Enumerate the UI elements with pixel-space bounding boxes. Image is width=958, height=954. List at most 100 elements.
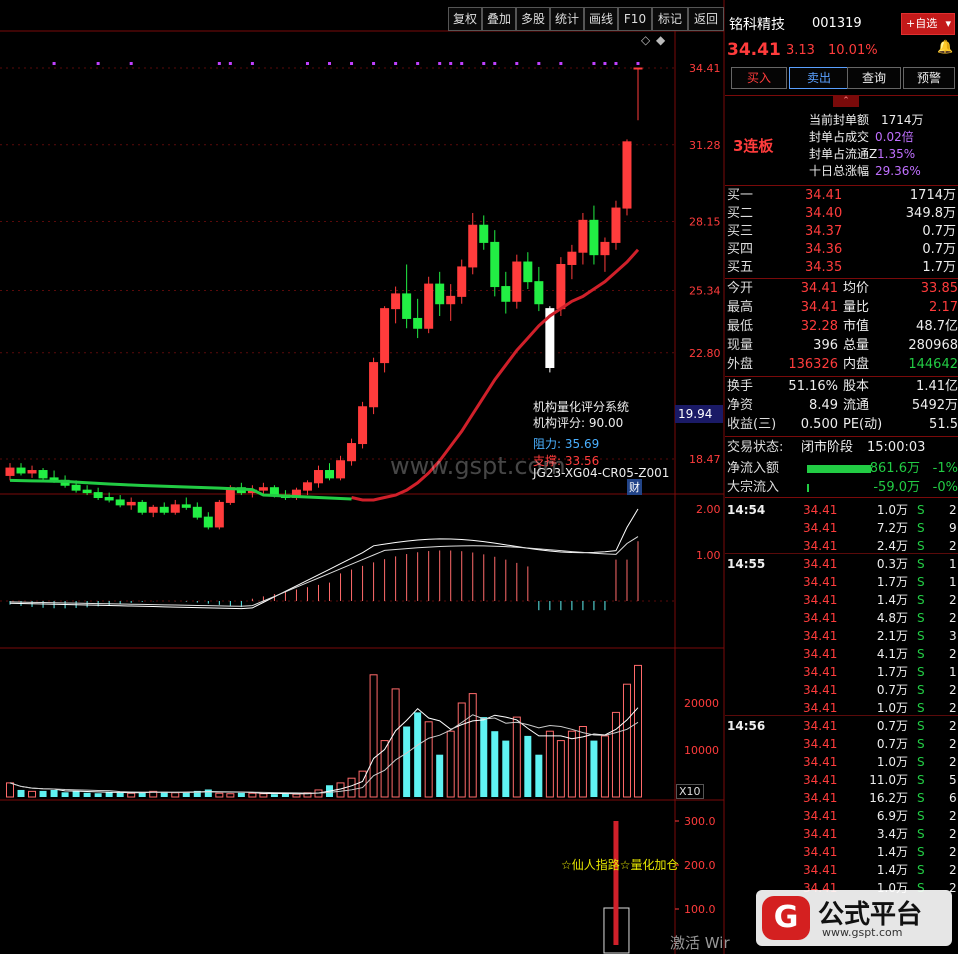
quote-row: 今开 34.41 均价 33.85 — [727, 281, 958, 296]
signal-dot — [449, 62, 453, 65]
volume-bar — [215, 792, 224, 798]
quote-row: 外盘 136326 内盘 144642 — [727, 357, 958, 372]
candle-body — [192, 506, 202, 518]
sell-button[interactable]: 卖出 — [789, 67, 849, 89]
stats-button[interactable]: 统计 — [550, 7, 584, 31]
candle-body — [589, 219, 599, 256]
tick-row: 34.41 1.7万 S 1 — [803, 665, 957, 679]
candle-body — [126, 501, 136, 506]
volume-bar — [259, 793, 268, 798]
candle-body — [435, 283, 445, 305]
volume-bar — [457, 702, 466, 798]
draw-line-button[interactable]: 画线 — [584, 7, 618, 31]
volume-ma10-line — [9, 714, 639, 794]
price-cursor-tag: 19.94 — [675, 405, 723, 423]
candle-body — [137, 501, 147, 513]
quote-row: 最高 34.41 量比 2.17 — [727, 300, 958, 315]
tick-row: 34.41 1.4万 S 2 — [803, 845, 957, 859]
bid-level-row[interactable]: 买一 34.41 1714万 — [725, 187, 958, 205]
mark-button[interactable]: 标记 — [652, 7, 688, 31]
volume-bar — [634, 664, 642, 798]
dropdown-icon: ▾ — [945, 17, 951, 30]
bid-level-row[interactable]: 买五 34.35 1.7万 — [725, 259, 958, 277]
volume-bar — [535, 754, 543, 797]
tick-row: 34.41 0.7万 S 2 — [803, 683, 957, 697]
signal-dot — [493, 62, 497, 65]
f10-button[interactable]: F10 — [618, 7, 652, 31]
fund-flow-row: 大宗流入 -59.0万 -0% — [727, 480, 958, 495]
signal-dot — [305, 62, 309, 65]
candle-body — [214, 501, 224, 528]
signal-dot — [537, 62, 541, 65]
score-value: 90.00 — [588, 416, 624, 430]
volume-bar — [94, 793, 102, 797]
tick-row: 14:54 34.41 1.0万 S 2 — [727, 503, 957, 517]
signal-dot — [460, 62, 464, 65]
quote-row: 现量 396 总量 280968 — [727, 338, 958, 353]
candle-body — [325, 470, 335, 479]
candle-body — [380, 308, 390, 364]
volume-bar — [61, 792, 69, 797]
signal-dot — [228, 62, 232, 65]
candle-body — [556, 263, 566, 310]
volume-bar — [182, 792, 190, 797]
candle-body — [468, 224, 478, 268]
candle-body — [633, 67, 643, 70]
volume-bar — [600, 735, 609, 798]
candle-body — [578, 219, 588, 253]
signal-dot — [614, 62, 618, 65]
fuquan-button[interactable]: 复权 — [448, 7, 482, 31]
collapse-icon[interactable]: ⌃ — [833, 95, 859, 107]
stock-code: 001319 — [812, 16, 862, 31]
bid-level-row[interactable]: 买二 34.40 349.8万 — [725, 205, 958, 223]
watermark: www.gspt.com — [390, 452, 566, 480]
overlay-button[interactable]: 叠加 — [482, 7, 516, 31]
alert-button[interactable]: 预警 — [903, 67, 955, 89]
volume-bar — [72, 791, 80, 797]
indicator-tick-label: 300.0 — [684, 815, 716, 828]
candle-body — [446, 295, 456, 305]
add-watchlist-button[interactable]: +自选 ▾ — [901, 13, 955, 35]
volume-bar — [611, 711, 620, 798]
candle-body — [490, 241, 500, 288]
bid-level-row[interactable]: 买四 34.36 0.7万 — [725, 241, 958, 259]
volume-bar — [83, 792, 91, 797]
volume-bar — [347, 777, 356, 798]
bid-level-row[interactable]: 买三 34.37 0.7万 — [725, 223, 958, 241]
volume-tick-label: 20000 — [684, 697, 719, 710]
candle-body — [402, 293, 412, 319]
candle-body — [611, 207, 621, 243]
volume-bar — [491, 731, 499, 797]
volume-bar — [446, 730, 455, 798]
volume-bar — [204, 789, 212, 797]
candle-body — [302, 482, 312, 491]
candle-body — [369, 362, 379, 408]
candle-body — [622, 141, 632, 209]
stock-header: 铭科精技 001319 +自选 ▾ — [725, 8, 958, 38]
volume-bar — [171, 792, 180, 798]
candle-body — [104, 497, 114, 501]
candle-body — [148, 506, 158, 513]
candle-body — [38, 470, 48, 479]
fundamental-row: 收益(三) 0.500 PE(动) 51.5 — [727, 417, 958, 432]
volume-bar — [502, 740, 510, 797]
finance-badge[interactable]: 财 — [627, 479, 642, 495]
volume-bar — [436, 754, 444, 797]
volume-bar — [480, 717, 488, 797]
flow-bar — [807, 465, 871, 473]
candle-body — [512, 261, 522, 302]
fund-flow-row: 净流入额 -861.6万 -1% — [727, 461, 958, 476]
multi-stock-button[interactable]: 多股 — [516, 7, 550, 31]
tick-row: 34.41 7.2万 S 9 — [803, 521, 957, 535]
macd-tick-label: 1.00 — [696, 549, 721, 562]
buy-button[interactable]: 买入 — [731, 67, 787, 89]
tick-row: 34.41 11.0万 S 5 — [803, 773, 957, 787]
price-tick-label: 28.15 — [689, 216, 721, 229]
candle-body — [16, 467, 26, 474]
back-button[interactable]: 返回 — [688, 7, 724, 31]
tick-row: 34.41 4.1万 S 2 — [803, 647, 957, 661]
tick-row: 14:56 34.41 0.7万 S 2 — [727, 719, 957, 733]
query-button[interactable]: 查询 — [847, 67, 901, 89]
limit-info-row: 十日总涨幅 29.36% — [809, 164, 921, 178]
bell-icon[interactable]: 🔔 — [937, 40, 953, 55]
